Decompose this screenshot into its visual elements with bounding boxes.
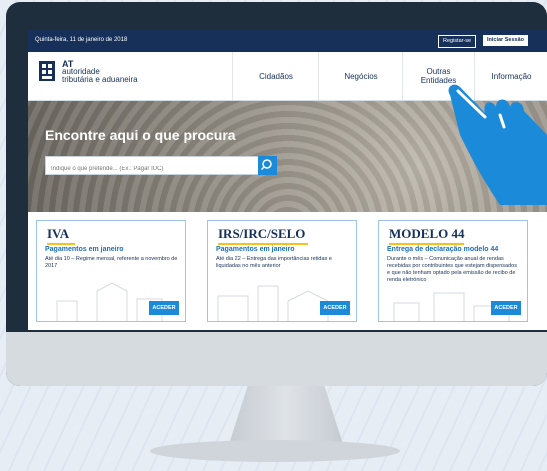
logo-line3: tributária e aduaneira bbox=[62, 75, 138, 84]
card-description: Até dia 10 – Regime mensal, referente a … bbox=[45, 256, 178, 269]
search-input[interactable] bbox=[46, 161, 256, 177]
nav-cidadaos[interactable]: Cidadãos bbox=[232, 52, 319, 100]
search-box bbox=[45, 156, 259, 177]
card-subtitle: Pagamentos em janeiro bbox=[45, 246, 124, 253]
card-title: MODELO 44 bbox=[389, 226, 465, 241]
hero-title: Encontre aqui o que procura bbox=[45, 127, 236, 143]
card-title: IVA bbox=[47, 226, 70, 241]
aceder-button[interactable]: ACEDER bbox=[149, 301, 179, 315]
search-button[interactable] bbox=[258, 156, 277, 175]
card-description: Até dia 22 – Entrega das importâncias re… bbox=[216, 256, 332, 269]
card-title: IRS/IRC/SELO bbox=[218, 226, 306, 241]
card-modelo-44: MODELO 44 Entrega de declaração modelo 4… bbox=[378, 220, 528, 322]
card-description: Durante o mês – Comunicação anual de ren… bbox=[387, 256, 517, 283]
coat-of-arms-icon bbox=[39, 61, 55, 81]
nav-negocios[interactable]: Negócios bbox=[318, 52, 403, 100]
title-underline bbox=[218, 243, 308, 245]
title-underline bbox=[47, 243, 75, 245]
search-icon bbox=[260, 159, 272, 171]
register-button[interactable]: Registar-se bbox=[438, 35, 477, 48]
card-irs-irc-selo: IRS/IRC/SELO Pagamentos em janeiro Até d… bbox=[207, 220, 357, 322]
monitor-base bbox=[150, 440, 400, 462]
card-subtitle: Pagamentos em janeiro bbox=[216, 246, 295, 253]
aceder-button[interactable]: ACEDER bbox=[320, 301, 350, 315]
card-subtitle: Entrega de declaração modelo 44 bbox=[387, 246, 499, 253]
current-date: Quinta-feira, 11 de janeiro de 2018 bbox=[35, 37, 128, 43]
login-button[interactable]: Iniciar Sessão bbox=[483, 35, 528, 46]
monitor-chin bbox=[6, 332, 547, 386]
card-iva: IVA Pagamentos em janeiro Até dia 10 – R… bbox=[36, 220, 186, 322]
aceder-button[interactable]: ACEDER bbox=[491, 301, 521, 315]
title-underline bbox=[389, 243, 464, 245]
pointing-hand-icon bbox=[448, 84, 547, 205]
top-bar: Quinta-feira, 11 de janeiro de 2018 Regi… bbox=[28, 30, 547, 52]
